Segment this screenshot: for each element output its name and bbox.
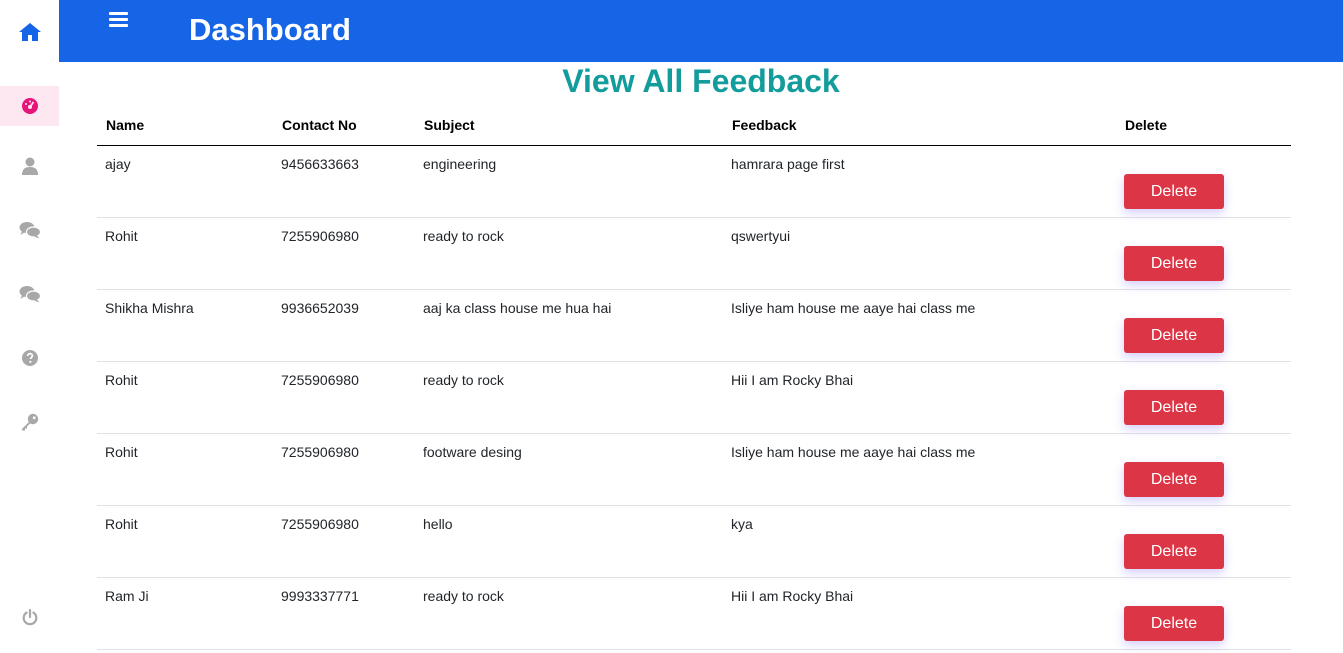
cell-contact: 9456633663	[273, 145, 415, 218]
sidebar-item-home[interactable]	[0, 12, 59, 52]
sidebar-item-users[interactable]	[0, 146, 59, 186]
cell-contact: 7255906980	[273, 217, 415, 290]
cell-feedback: Isliye ham house me aaye hai class me	[723, 433, 1116, 506]
cell-feedback: kya	[723, 505, 1116, 578]
cell-subject: aaj ka class house me hua hai	[415, 289, 723, 362]
comments-icon	[19, 222, 41, 239]
cell-delete: Delete	[1116, 433, 1291, 506]
cell-contact: 7255906980	[273, 433, 415, 506]
delete-button[interactable]: Delete	[1124, 317, 1224, 353]
cell-feedback: qswertyui	[723, 217, 1116, 290]
key-icon	[21, 413, 38, 431]
sidebar-item-help[interactable]	[0, 338, 59, 378]
cell-delete: Delete	[1116, 577, 1291, 650]
column-header-name: Name	[97, 106, 273, 146]
top-bar: Dashboard	[59, 0, 1343, 62]
cell-delete: Delete	[1116, 361, 1291, 434]
feedback-table: Name Contact No Subject Feedback Delete …	[97, 106, 1291, 650]
cell-name: Rohit	[97, 361, 273, 434]
power-icon	[22, 608, 37, 625]
hamburger-icon-bar	[109, 18, 128, 21]
sidebar-item-feedback[interactable]	[0, 274, 59, 314]
comments-icon	[19, 286, 41, 303]
cell-name: Rohit	[97, 217, 273, 290]
cell-subject: ready to rock	[415, 577, 723, 650]
delete-button[interactable]: Delete	[1124, 605, 1224, 641]
cell-delete: Delete	[1116, 145, 1291, 218]
page-title: Dashboard	[189, 12, 351, 47]
cell-feedback: Hii I am Rocky Bhai	[723, 361, 1116, 434]
sidebar-item-messages[interactable]	[0, 210, 59, 250]
delete-button[interactable]: Delete	[1124, 389, 1224, 425]
column-header-feedback: Feedback	[723, 106, 1116, 146]
sidebar	[0, 0, 59, 653]
cell-name: Rohit	[97, 433, 273, 506]
cell-name: Ram Ji	[97, 577, 273, 650]
sidebar-item-password[interactable]	[0, 402, 59, 442]
user-icon	[21, 157, 38, 175]
delete-button[interactable]: Delete	[1124, 461, 1224, 497]
table-row: Rohit 7255906980 footware desing Isliye …	[97, 433, 1291, 506]
cell-feedback: hamrara page first	[723, 145, 1116, 218]
home-icon	[18, 23, 41, 41]
cell-subject: ready to rock	[415, 217, 723, 290]
hamburger-icon	[109, 12, 128, 15]
menu-toggle-button[interactable]	[109, 12, 131, 30]
cell-contact: 7255906980	[273, 505, 415, 578]
cell-feedback: Isliye ham house me aaye hai class me	[723, 289, 1116, 362]
sidebar-item-logout[interactable]	[0, 597, 59, 637]
cell-contact: 7255906980	[273, 361, 415, 434]
table-header-row: Name Contact No Subject Feedback Delete	[97, 106, 1291, 146]
delete-button[interactable]: Delete	[1124, 245, 1224, 281]
section-heading: View All Feedback	[562, 63, 840, 99]
cell-contact: 9936652039	[273, 289, 415, 362]
column-header-subject: Subject	[415, 106, 723, 146]
cell-delete: Delete	[1116, 505, 1291, 578]
dashboard-icon	[21, 98, 38, 114]
cell-contact: 9993337771	[273, 577, 415, 650]
table-row: Ram Ji 9993337771 ready to rock Hii I am…	[97, 577, 1291, 650]
cell-subject: footware desing	[415, 433, 723, 506]
cell-name: Shikha Mishra	[97, 289, 273, 362]
column-header-delete: Delete	[1116, 106, 1291, 146]
cell-name: ajay	[97, 145, 273, 218]
table-row: ajay 9456633663 engineering hamrara page…	[97, 145, 1291, 218]
cell-name: Rohit	[97, 505, 273, 578]
column-header-contact: Contact No	[273, 106, 415, 146]
hamburger-icon-bar	[109, 24, 128, 27]
table-row: Shikha Mishra 9936652039 aaj ka class ho…	[97, 289, 1291, 362]
cell-subject: ready to rock	[415, 361, 723, 434]
table-row: Rohit 7255906980 hello kya Delete	[97, 505, 1291, 578]
question-circle-icon	[21, 350, 38, 366]
cell-delete: Delete	[1116, 217, 1291, 290]
delete-button[interactable]: Delete	[1124, 173, 1224, 209]
sidebar-item-dashboard[interactable]	[0, 86, 59, 126]
delete-button[interactable]: Delete	[1124, 533, 1224, 569]
cell-delete: Delete	[1116, 289, 1291, 362]
table-row: Rohit 7255906980 ready to rock qswertyui…	[97, 217, 1291, 290]
cell-feedback: Hii I am Rocky Bhai	[723, 577, 1116, 650]
table-row: Rohit 7255906980 ready to rock Hii I am …	[97, 361, 1291, 434]
cell-subject: engineering	[415, 145, 723, 218]
cell-subject: hello	[415, 505, 723, 578]
